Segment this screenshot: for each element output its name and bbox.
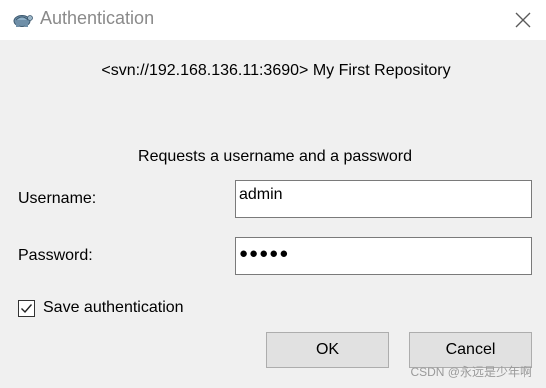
- password-input[interactable]: ●●●●●: [235, 237, 532, 275]
- ok-button[interactable]: OK: [266, 332, 389, 368]
- watermark-text: CSDN @永远是少年啊: [410, 365, 532, 379]
- username-label: Username:: [18, 190, 97, 207]
- close-button[interactable]: [500, 0, 546, 40]
- realm-text: <svn://192.168.136.11:3690> My First Rep…: [101, 62, 451, 79]
- dialog-body: <svn://192.168.136.11:3690> My First Rep…: [0, 40, 546, 388]
- title-bar: Authentication: [0, 0, 546, 40]
- checkmark-icon: [21, 304, 33, 314]
- save-authentication-checkbox[interactable]: [18, 300, 35, 317]
- prompt-text: Requests a username and a password: [138, 148, 412, 165]
- username-input[interactable]: admin: [235, 180, 532, 218]
- password-label: Password:: [18, 247, 93, 264]
- window-title: Authentication: [40, 8, 155, 28]
- save-authentication-label: Save authentication: [43, 299, 184, 316]
- tortoise-svn-icon: [11, 9, 33, 29]
